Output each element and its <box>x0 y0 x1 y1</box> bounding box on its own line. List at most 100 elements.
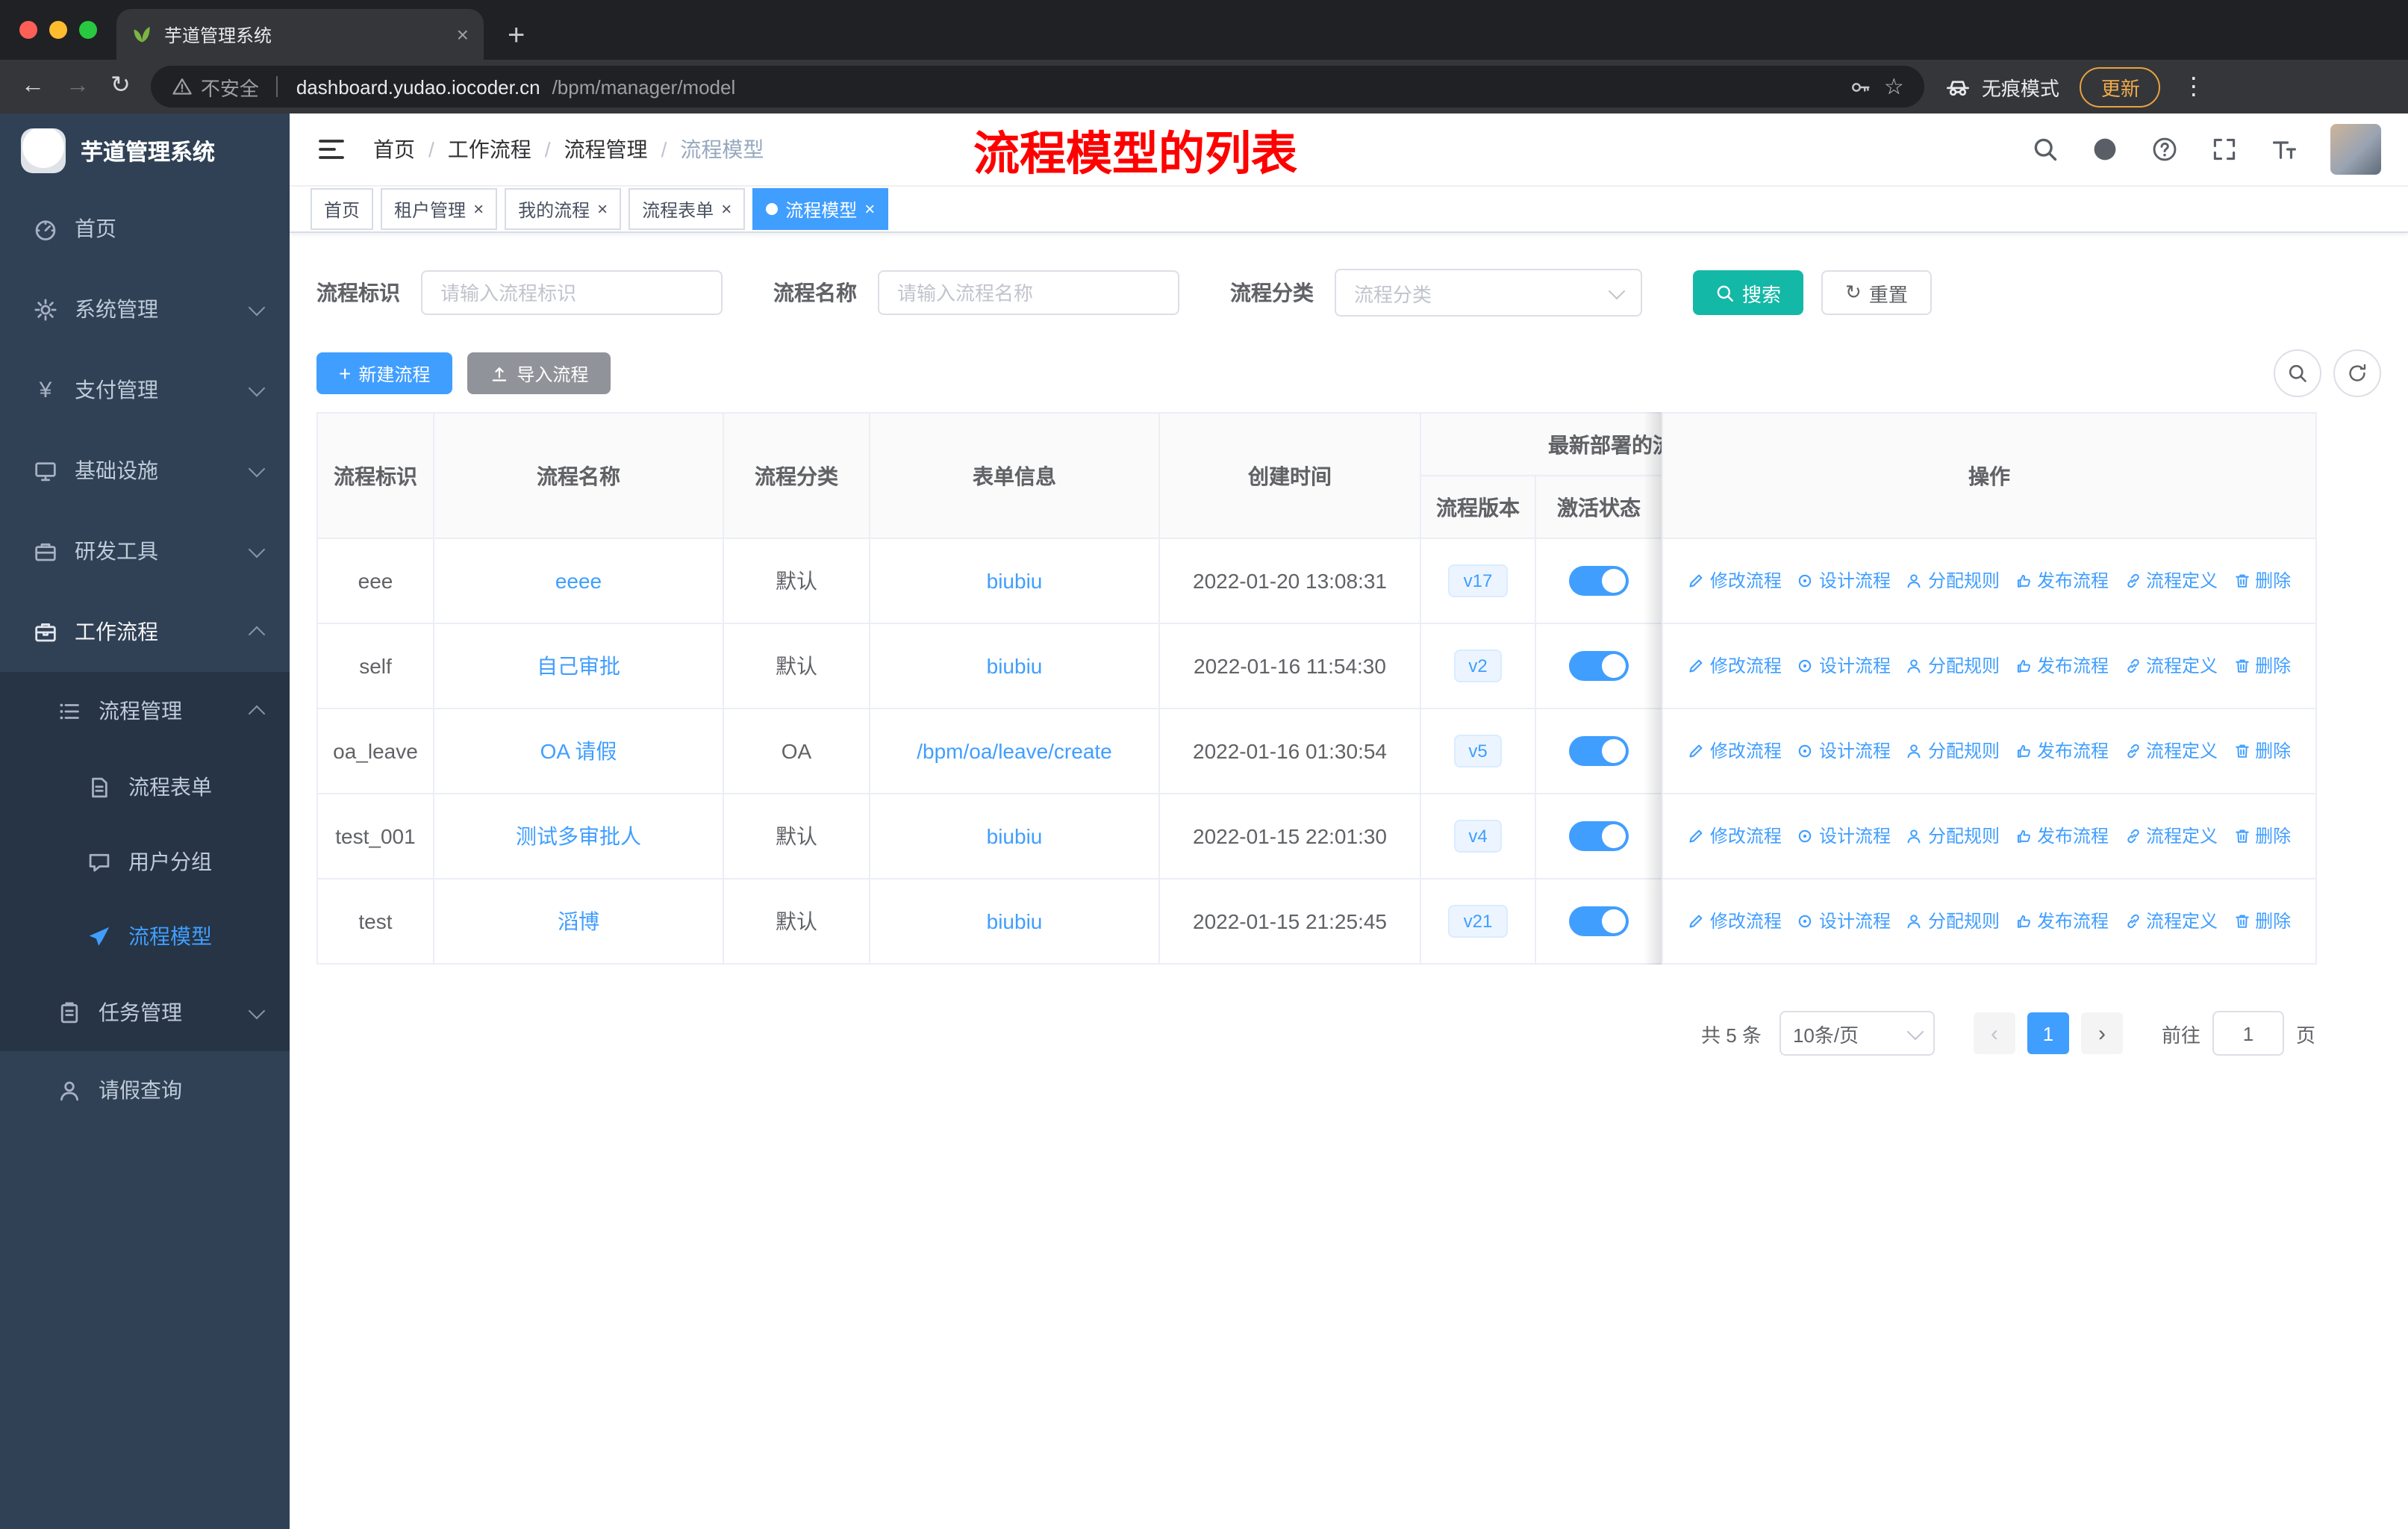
back-icon[interactable]: ← <box>21 74 45 99</box>
modify-process-link[interactable]: 修改流程 <box>1688 738 1782 764</box>
address-bar[interactable]: 不安全 dashboard.yudao.iocoder.cn/bpm/manag… <box>151 66 1925 108</box>
tag-home[interactable]: 首页 <box>311 188 374 230</box>
sidebar-item-home[interactable]: 首页 <box>0 188 290 269</box>
form-link[interactable]: biubiu <box>987 654 1043 678</box>
close-icon[interactable]: × <box>597 200 608 218</box>
sidebar-item-infrastructure[interactable]: 基础设施 <box>0 430 290 511</box>
design-process-link[interactable]: 设计流程 <box>1797 909 1891 934</box>
tag-process-model[interactable]: 流程模型 × <box>752 188 889 230</box>
breadcrumb-item[interactable]: 流程管理 <box>564 134 648 164</box>
github-icon[interactable] <box>2092 136 2118 163</box>
sidebar-item-task-management[interactable]: 任务管理 <box>0 974 290 1051</box>
user-avatar[interactable] <box>2330 124 2381 175</box>
sidebar-item-process-management[interactable]: 流程管理 <box>0 672 290 750</box>
tag-tenant-management[interactable]: 租户管理 × <box>381 188 498 230</box>
sidebar-item-dev-tools[interactable]: 研发工具 <box>0 511 290 591</box>
reset-button[interactable]: ↻ 重置 <box>1821 270 1932 315</box>
process-definition-link[interactable]: 流程定义 <box>2124 738 2218 764</box>
sidebar-item-system[interactable]: 系统管理 <box>0 269 290 349</box>
assign-rule-link[interactable]: 分配规则 <box>1906 823 2000 849</box>
form-link[interactable]: biubiu <box>987 824 1043 848</box>
active-toggle[interactable] <box>1569 906 1629 936</box>
window-close-button[interactable] <box>19 21 37 39</box>
window-minimize-button[interactable] <box>49 21 67 39</box>
browser-update-button[interactable]: 更新 <box>2080 66 2161 107</box>
tag-process-form[interactable]: 流程表单 × <box>628 188 746 230</box>
fullscreen-icon[interactable] <box>2211 136 2238 163</box>
delete-link[interactable]: 删除 <box>2233 823 2291 849</box>
assign-rule-link[interactable]: 分配规则 <box>1906 909 2000 934</box>
assign-rule-link[interactable]: 分配规则 <box>1906 653 2000 679</box>
browser-menu-icon[interactable]: ⋮ <box>2182 72 2206 102</box>
sidebar-item-user-group[interactable]: 用户分组 <box>0 824 290 899</box>
bookmark-star-icon[interactable]: ☆ <box>1884 73 1904 100</box>
design-process-link[interactable]: 设计流程 <box>1797 823 1891 849</box>
publish-process-link[interactable]: 发布流程 <box>2015 568 2109 594</box>
toggle-search-button[interactable] <box>2274 349 2321 397</box>
process-name-link[interactable]: 测试多审批人 <box>516 824 641 848</box>
process-name-link[interactable]: eeee <box>555 569 602 593</box>
modify-process-link[interactable]: 修改流程 <box>1688 909 1782 934</box>
refresh-button[interactable] <box>2333 349 2381 397</box>
forward-icon[interactable]: → <box>66 74 90 99</box>
assign-rule-link[interactable]: 分配规则 <box>1906 738 2000 764</box>
active-toggle[interactable] <box>1569 651 1629 681</box>
publish-process-link[interactable]: 发布流程 <box>2015 909 2109 934</box>
design-process-link[interactable]: 设计流程 <box>1797 653 1891 679</box>
design-process-link[interactable]: 设计流程 <box>1797 568 1891 594</box>
close-icon[interactable]: × <box>864 200 875 218</box>
reload-icon[interactable]: ↻ <box>110 74 131 99</box>
version-badge[interactable]: v21 <box>1448 905 1508 938</box>
delete-link[interactable]: 删除 <box>2233 909 2291 934</box>
breadcrumb-item[interactable]: 首页 <box>373 134 415 164</box>
form-link[interactable]: biubiu <box>987 909 1043 933</box>
page-size-select[interactable]: 10条/页 <box>1779 1011 1935 1056</box>
delete-link[interactable]: 删除 <box>2233 568 2291 594</box>
sidebar-item-leave-query[interactable]: 请假查询 <box>0 1051 290 1129</box>
version-badge[interactable]: v2 <box>1453 650 1503 682</box>
create-process-button[interactable]: + 新建流程 <box>316 352 453 394</box>
active-toggle[interactable] <box>1569 736 1629 766</box>
close-icon[interactable]: × <box>473 200 484 218</box>
process-name-input[interactable] <box>878 270 1179 315</box>
version-badge[interactable]: v4 <box>1453 820 1503 853</box>
modify-process-link[interactable]: 修改流程 <box>1688 653 1782 679</box>
search-button[interactable]: 搜索 <box>1693 270 1804 315</box>
breadcrumb-item[interactable]: 工作流程 <box>448 134 531 164</box>
goto-page-input[interactable] <box>2212 1011 2284 1056</box>
new-tab-button[interactable]: + <box>508 21 525 51</box>
process-name-link[interactable]: OA 请假 <box>540 739 617 763</box>
publish-process-link[interactable]: 发布流程 <box>2015 653 2109 679</box>
help-icon[interactable] <box>2151 136 2178 163</box>
sidebar-item-process-model[interactable]: 流程模型 <box>0 899 290 974</box>
process-definition-link[interactable]: 流程定义 <box>2124 653 2218 679</box>
search-icon[interactable] <box>2032 136 2059 163</box>
form-link[interactable]: biubiu <box>987 569 1043 593</box>
process-name-link[interactable]: 自己审批 <box>537 654 620 678</box>
page-number-1[interactable]: 1 <box>2027 1012 2069 1054</box>
window-zoom-button[interactable] <box>79 21 97 39</box>
browser-tab[interactable]: 芋道管理系统 × <box>116 9 484 60</box>
sidebar-item-payment[interactable]: ¥ 支付管理 <box>0 349 290 430</box>
delete-link[interactable]: 删除 <box>2233 738 2291 764</box>
tag-my-process[interactable]: 我的流程 × <box>505 188 622 230</box>
sidebar-item-process-form[interactable]: 流程表单 <box>0 750 290 824</box>
prev-page-button[interactable]: ‹ <box>1973 1012 2015 1054</box>
form-link[interactable]: /bpm/oa/leave/create <box>917 739 1112 763</box>
process-category-select[interactable]: 流程分类 <box>1335 269 1642 317</box>
modify-process-link[interactable]: 修改流程 <box>1688 823 1782 849</box>
modify-process-link[interactable]: 修改流程 <box>1688 568 1782 594</box>
version-badge[interactable]: v17 <box>1448 564 1508 597</box>
assign-rule-link[interactable]: 分配规则 <box>1906 568 2000 594</box>
sidebar-collapse-icon[interactable] <box>316 134 346 164</box>
sidebar-item-workflow[interactable]: 工作流程 <box>0 591 290 672</box>
publish-process-link[interactable]: 发布流程 <box>2015 738 2109 764</box>
process-definition-link[interactable]: 流程定义 <box>2124 568 2218 594</box>
next-page-button[interactable]: › <box>2080 1012 2123 1054</box>
active-toggle[interactable] <box>1569 821 1629 851</box>
close-icon[interactable]: × <box>721 200 732 218</box>
publish-process-link[interactable]: 发布流程 <box>2015 823 2109 849</box>
process-definition-link[interactable]: 流程定义 <box>2124 909 2218 934</box>
import-process-button[interactable]: 导入流程 <box>467 352 611 394</box>
key-icon[interactable] <box>1850 75 1872 98</box>
